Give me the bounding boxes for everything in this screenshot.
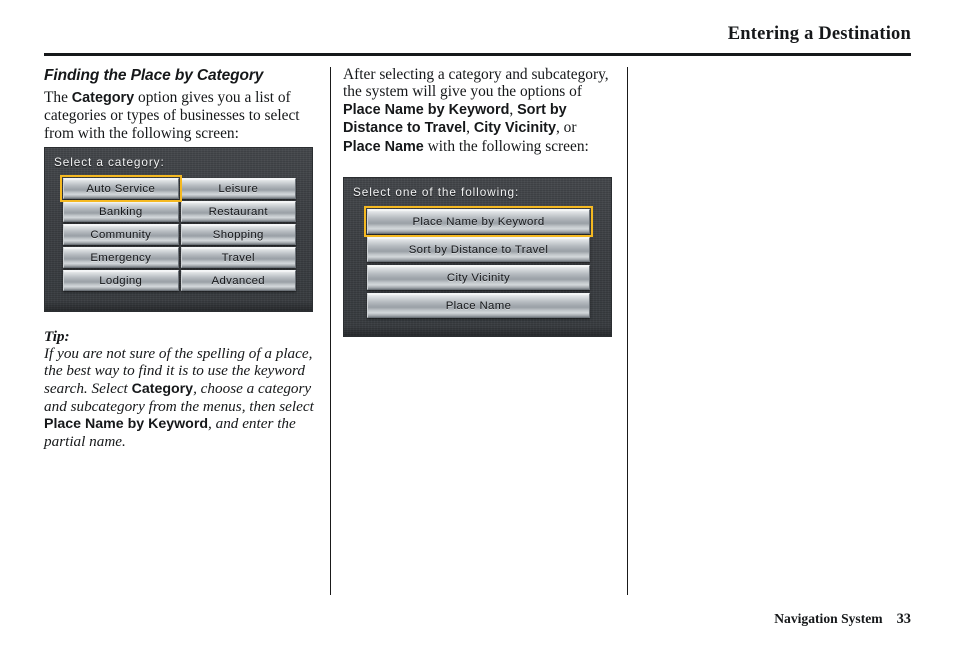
intro-prefix: The bbox=[44, 89, 72, 106]
category-row: Lodging Advanced bbox=[63, 270, 296, 293]
category-button-community[interactable]: Community bbox=[63, 224, 179, 245]
category-button-shopping[interactable]: Shopping bbox=[180, 224, 296, 245]
page-number: 33 bbox=[896, 611, 911, 627]
nav-screen-select-category: Select a category: Auto Service Leisure … bbox=[44, 147, 313, 312]
page-footer: Navigation System 33 bbox=[44, 611, 911, 628]
column-divider-left bbox=[330, 67, 331, 595]
nav-screen-title: Select one of the following: bbox=[353, 185, 520, 199]
middle-part-4: , or bbox=[555, 119, 577, 137]
middle-column: After selecting a category and subcatego… bbox=[343, 66, 615, 156]
footer-label: Navigation System bbox=[774, 611, 883, 626]
middle-part-3: , bbox=[466, 119, 474, 137]
category-row: Auto Service Leisure bbox=[60, 175, 296, 202]
nav-screen-select-one-of-following: Select one of the following: Place Name … bbox=[343, 177, 612, 337]
middle-part-2: , bbox=[509, 100, 518, 118]
middle-part-1: After selecting a category and subcatego… bbox=[343, 66, 609, 101]
middle-bold-place-name: Place Name bbox=[343, 138, 424, 155]
category-button-restaurant[interactable]: Restaurant bbox=[180, 201, 296, 222]
category-row: Emergency Travel bbox=[63, 247, 296, 270]
header-rule bbox=[44, 53, 911, 56]
following-button-list: Place Name by Keyword Sort by Distance t… bbox=[364, 206, 593, 321]
category-button-auto-service[interactable]: Auto Service bbox=[60, 175, 182, 202]
following-button-place-name[interactable]: Place Name bbox=[367, 293, 590, 318]
intro-paragraph: The Category option gives you a list of … bbox=[44, 89, 316, 142]
category-button-grid: Auto Service Leisure Banking Restaurant … bbox=[60, 175, 296, 293]
page-title: Entering a Destination bbox=[727, 24, 911, 44]
column-divider-right bbox=[627, 67, 628, 595]
manual-page: Entering a Destination Finding the Place… bbox=[0, 0, 954, 652]
following-button-sort-by-distance-to-travel[interactable]: Sort by Distance to Travel bbox=[367, 237, 590, 262]
section-heading: Finding the Place by Category bbox=[44, 67, 264, 84]
following-button-place-name-by-keyword[interactable]: Place Name by Keyword bbox=[364, 206, 593, 237]
nav-screen-title: Select a category: bbox=[54, 155, 165, 169]
middle-bold-city-vicinity: City Vicinity bbox=[473, 120, 556, 137]
tip-label: Tip: bbox=[44, 328, 70, 345]
category-row: Community Shopping bbox=[63, 224, 296, 247]
middle-bold-place-name-by-keyword: Place Name by Keyword bbox=[343, 101, 510, 118]
intro-bold-category: Category bbox=[71, 90, 135, 106]
middle-part-5: with the following screen: bbox=[423, 137, 589, 155]
category-button-leisure[interactable]: Leisure bbox=[180, 178, 296, 199]
tip-bold-category: Category bbox=[131, 380, 194, 397]
tip-block: Tip: If you are not sure of the spelling … bbox=[44, 328, 316, 450]
category-button-advanced[interactable]: Advanced bbox=[180, 270, 296, 291]
tip-bold-place-name-by-keyword: Place Name by Keyword bbox=[44, 416, 209, 433]
middle-intro-paragraph: After selecting a category and subcatego… bbox=[343, 66, 615, 156]
category-button-banking[interactable]: Banking bbox=[63, 201, 179, 222]
left-column: Finding the Place by Category The Catego… bbox=[44, 66, 316, 142]
category-button-travel[interactable]: Travel bbox=[180, 247, 296, 268]
category-row: Banking Restaurant bbox=[63, 201, 296, 224]
following-button-city-vicinity[interactable]: City Vicinity bbox=[367, 265, 590, 290]
category-button-lodging[interactable]: Lodging bbox=[63, 270, 179, 291]
category-button-emergency[interactable]: Emergency bbox=[63, 247, 179, 268]
